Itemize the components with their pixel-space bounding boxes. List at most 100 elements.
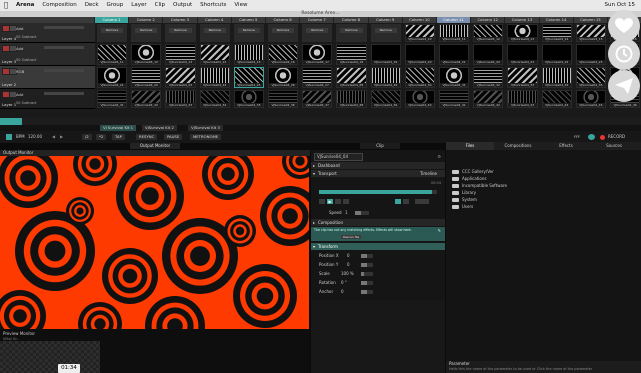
rescan-button[interactable]: Rescan file: [341, 235, 362, 239]
clip-slot[interactable]: VJSunrise04_11: [439, 24, 470, 42]
column-header[interactable]: Column 7: [300, 17, 335, 23]
clip-settings-icon[interactable]: ⚙: [437, 153, 441, 160]
clip-slot[interactable]: VJSunrise04_35: [575, 67, 606, 88]
stop-clip-button[interactable]: [343, 199, 349, 204]
clock-icon[interactable]: [608, 38, 640, 70]
clip-slot[interactable]: Remove: [302, 24, 333, 42]
clip-slot[interactable]: VJSunrise04_32: [473, 67, 504, 88]
clip-slot[interactable]: VJSunrise04_31: [97, 90, 128, 108]
clip-slot[interactable]: VJSunrise04_45: [575, 90, 606, 108]
remove-button[interactable]: Remove: [169, 28, 192, 33]
column-header[interactable]: Column 13: [505, 17, 540, 23]
tab-files[interactable]: Files: [446, 142, 494, 150]
menu-arena[interactable]: Arena: [12, 0, 38, 11]
clip-slot[interactable]: Remove: [370, 24, 401, 42]
pause-clip-button[interactable]: [335, 199, 341, 204]
menu-layer[interactable]: Layer: [127, 0, 150, 11]
section-transform[interactable]: ▾ Transform: [311, 243, 445, 250]
clip-slot[interactable]: VJSunrise04_12: [473, 24, 504, 42]
clip-slot[interactable]: Remove: [199, 24, 230, 42]
clip-name-field[interactable]: VJSunrise04_04: [314, 153, 363, 161]
layer-mode[interactable]: 50 Subtract: [16, 101, 36, 105]
clip-slot[interactable]: VJSunrise04_22: [131, 67, 162, 88]
clip-slot[interactable]: Remove: [233, 24, 264, 42]
clip-slot[interactable]: VJSunrise04_43: [507, 90, 538, 108]
file-item[interactable]: CCC Gallery/Ver: [452, 168, 494, 175]
position-x-slider[interactable]: [361, 254, 373, 258]
record-button[interactable]: RECORD: [608, 134, 625, 140]
clip-slot[interactable]: VJSunrise04_17: [302, 44, 333, 65]
clip-slot[interactable]: VJSunrise04_10: [404, 24, 435, 42]
layer-name[interactable]: Layer 3: [2, 59, 16, 64]
clip-slot[interactable]: Remove: [165, 24, 196, 42]
column-header[interactable]: Column 10: [402, 17, 437, 23]
clip-slot[interactable]: VJSunrise04_34: [541, 67, 572, 88]
remove-button[interactable]: Remove: [272, 28, 295, 33]
apple-logo-icon[interactable]: : [0, 0, 12, 11]
clip-slot[interactable]: VJSunrise04_38: [336, 90, 367, 108]
column-header[interactable]: Column 8: [334, 17, 369, 23]
remove-button[interactable]: Remove: [203, 28, 226, 33]
record-dot-icon[interactable]: [600, 135, 605, 140]
timeline-dropdown[interactable]: Timeline: [420, 170, 437, 177]
clip-slot[interactable]: VJSunrise04_21: [97, 67, 128, 88]
layer-header[interactable]: RGB Layer 2: [0, 66, 95, 89]
clip-slot[interactable]: VJSunrise04_27: [302, 67, 333, 88]
column-header[interactable]: Column 14: [539, 17, 574, 23]
menu-clip[interactable]: Clip: [151, 0, 169, 11]
layer-blend[interactable]: Add: [16, 26, 23, 31]
fff-toggle-icon[interactable]: [588, 134, 595, 140]
menu-shortcuts[interactable]: Shortcuts: [196, 0, 230, 11]
resync-button[interactable]: RESYNC: [136, 134, 158, 140]
column-header[interactable]: Column 1: [95, 17, 130, 23]
layer-blend[interactable]: RGB: [16, 69, 24, 74]
clip-slot[interactable]: VJSunrise04_16: [268, 44, 299, 65]
layer-header[interactable]: Add 50 Subtract Layer 4: [0, 23, 95, 43]
play-backward-button[interactable]: [319, 199, 325, 204]
clip-slot[interactable]: VJSunrise04_33: [507, 67, 538, 88]
clip-slot[interactable]: VJSunrise04_41: [439, 90, 470, 108]
layer-mode[interactable]: 50 Subtract: [16, 58, 36, 62]
clip-slot[interactable]: VJSunrise04_15: [233, 44, 264, 65]
file-item[interactable]: Library: [452, 189, 476, 196]
edit-icon[interactable]: ✎: [438, 228, 441, 233]
rotation-slider[interactable]: [361, 281, 373, 285]
clip-slot[interactable]: Remove: [268, 24, 299, 42]
bpm-half-button[interactable]: /2: [82, 134, 92, 140]
remove-button[interactable]: Remove: [101, 28, 124, 33]
clip-slot[interactable]: VJSunrise04_22: [473, 44, 504, 65]
clip-slot[interactable]: VJSunrise04_39: [370, 90, 401, 108]
clip-slot[interactable]: VJSunrise04_36: [268, 90, 299, 108]
bpm-link-icon[interactable]: [6, 134, 12, 140]
bpm-down-icon[interactable]: ◀: [52, 134, 55, 140]
clip-slot[interactable]: VJSunrise04_31: [439, 67, 470, 88]
layer-name[interactable]: Layer 4: [2, 36, 16, 41]
clip-slot[interactable]: VJSunrise04_24: [541, 44, 572, 65]
bpm-double-button[interactable]: *2: [96, 134, 107, 140]
column-header[interactable]: Column 5: [231, 17, 266, 23]
column-header[interactable]: Column 4: [197, 17, 232, 23]
clip-slot[interactable]: VJSunrise04_42: [473, 90, 504, 108]
clip-slot[interactable]: VJSunrise04_11: [97, 44, 128, 65]
menu-group[interactable]: Group: [103, 0, 128, 11]
clip-slot[interactable]: VJSunrise04_25: [233, 67, 264, 88]
rotation-value[interactable]: 0 °: [341, 279, 347, 286]
remove-button[interactable]: Remove: [306, 28, 329, 33]
scale-slider[interactable]: [361, 272, 373, 276]
send-icon[interactable]: [608, 70, 640, 102]
speed-value[interactable]: 1: [345, 209, 348, 216]
column-header[interactable]: Column 12: [471, 17, 506, 23]
section-composition[interactable]: ▸ Composition: [311, 219, 445, 226]
column-header[interactable]: Column 15: [573, 17, 608, 23]
clip-slot[interactable]: VJSunrise04_30: [404, 67, 435, 88]
clip-tab[interactable]: Clip: [360, 143, 400, 149]
clip-slot[interactable]: VJSunrise04_20: [404, 44, 435, 65]
bounce-button[interactable]: [403, 199, 409, 204]
clip-slot[interactable]: VJSunrise04_12: [131, 44, 162, 65]
layer-header[interactable]: Add 50 Subtract Layer 1: [0, 89, 95, 109]
remove-button[interactable]: Remove: [340, 28, 363, 33]
direction-dropdown[interactable]: [415, 199, 429, 204]
clip-slot[interactable]: VJSunrise04_23: [165, 67, 196, 88]
column-header[interactable]: Column 6: [266, 17, 301, 23]
play-forward-button[interactable]: ▶: [327, 199, 333, 204]
